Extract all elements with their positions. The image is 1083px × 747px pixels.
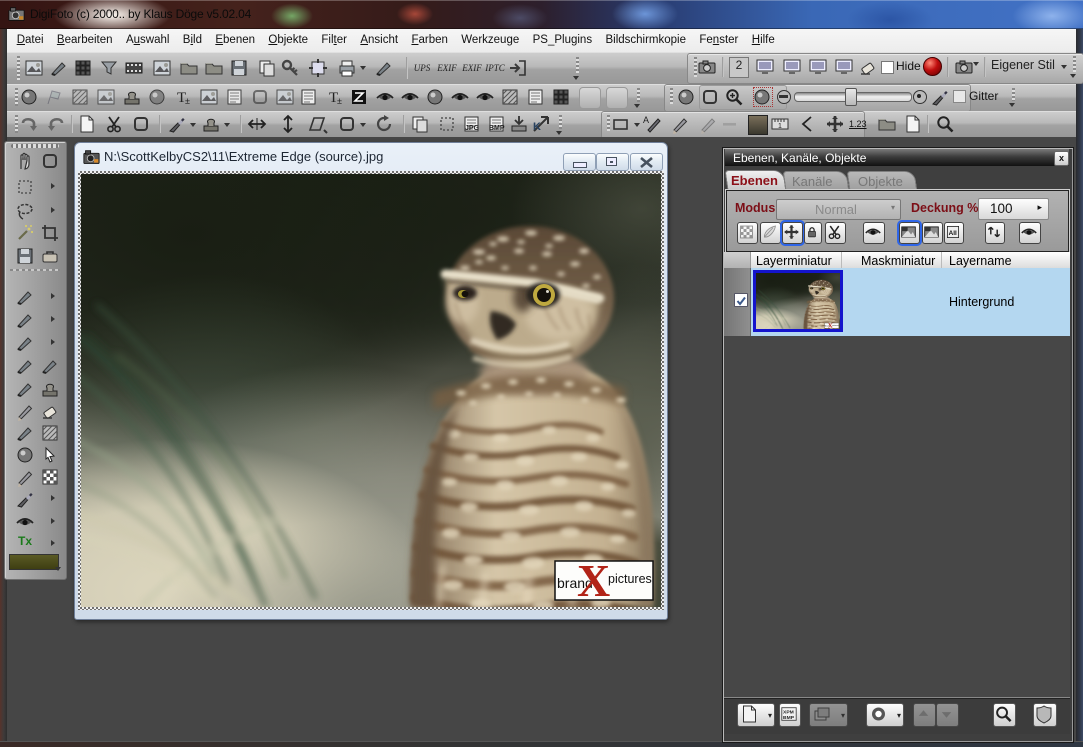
svg-text:X: X <box>577 555 610 606</box>
svg-text:pictures: pictures <box>608 572 652 586</box>
